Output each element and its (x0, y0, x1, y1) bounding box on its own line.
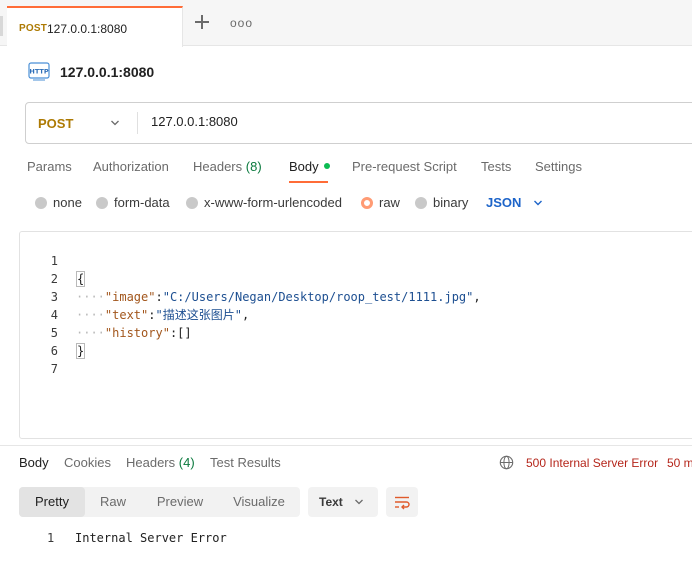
json-open-brace: { (76, 271, 86, 287)
url-divider (137, 112, 138, 134)
svg-text:HTTP: HTTP (29, 68, 48, 76)
radio-x-www-form-urlencoded[interactable]: x-www-form-urlencoded (186, 195, 342, 210)
json-close-brace: } (76, 343, 86, 359)
wrap-lines-icon (395, 496, 410, 510)
tab-headers[interactable]: Headers (8) (193, 159, 262, 174)
editor-line: 5 } (20, 306, 86, 359)
response-status[interactable]: 500 Internal Server Error (526, 456, 658, 470)
editor-line: 4 ····"history":[] (20, 288, 192, 340)
pane-resize-divider[interactable] (0, 445, 692, 446)
response-body-text[interactable]: Internal Server Error (75, 531, 227, 545)
tab-params[interactable]: Params (27, 159, 72, 174)
body-indicator-dot (323, 163, 330, 169)
response-tab-body[interactable]: Body (19, 455, 49, 470)
chevron-down-icon[interactable] (533, 198, 543, 208)
radio-dot (96, 197, 108, 209)
indent-whitespace: ···· (76, 308, 105, 322)
tab-tests[interactable]: Tests (481, 159, 511, 174)
editor-line: 1 { (20, 234, 86, 287)
http-icon: HTTP (28, 62, 50, 81)
response-tab-test-results[interactable]: Test Results (210, 455, 281, 470)
radio-binary[interactable]: binary (415, 195, 468, 210)
editor-line: 6 (20, 324, 58, 358)
indent-whitespace: ···· (76, 326, 105, 340)
request-title[interactable]: 127.0.0.1:8080 (60, 64, 154, 80)
json-comma: , (241, 308, 250, 322)
active-tab-underline (289, 181, 328, 183)
view-raw[interactable]: Raw (85, 487, 141, 517)
method-dropdown[interactable]: POST (38, 116, 73, 131)
url-input[interactable] (151, 114, 651, 129)
radio-form-data[interactable]: form-data (96, 195, 170, 210)
json-comma: , (473, 290, 481, 304)
chevron-down-icon[interactable] (110, 118, 120, 128)
json-value: "描述这张图片" (155, 308, 242, 322)
tab-method-label: POST (19, 23, 48, 34)
tab-strip: POST 127.0.0.1:8080 ooo (0, 0, 692, 47)
response-headers-label: Headers (126, 455, 176, 470)
response-tab-headers[interactable]: Headers (4) (126, 455, 195, 470)
indent-whitespace: ···· (76, 290, 105, 304)
more-options-icon[interactable]: ooo (230, 17, 253, 29)
radio-dot (415, 197, 427, 209)
radio-dot (186, 197, 198, 209)
json-value: [] (177, 326, 192, 340)
chevron-down-icon (355, 499, 363, 505)
request-body-editor[interactable]: 1 { 2 ····"image":"C:/Users/Negan/Deskto… (19, 231, 692, 439)
radio-binary-label: binary (433, 195, 469, 210)
editor-line: 3 ····"text":"描述这张图片", (20, 270, 249, 322)
wrap-lines-button[interactable] (386, 487, 418, 517)
tab-body-label: Body (289, 159, 319, 174)
response-format-dropdown[interactable]: Text (308, 487, 378, 517)
radio-raw[interactable]: raw (361, 195, 400, 210)
tab-authorization[interactable]: Authorization (93, 159, 169, 174)
tab-settings[interactable]: Settings (535, 159, 582, 174)
response-format-label: Text (319, 495, 343, 509)
tab-headers-label: Headers (193, 159, 243, 174)
request-tab[interactable]: POST 127.0.0.1:8080 (7, 6, 183, 47)
radio-dot-selected (361, 197, 373, 209)
new-tab-plus-icon[interactable] (194, 14, 210, 30)
response-line-number: 1 (47, 531, 55, 545)
editor-line: 2 ····"image":"C:/Users/Negan/Desktop/ro… (20, 252, 481, 304)
json-colon: : (148, 308, 156, 322)
view-preview[interactable]: Preview (143, 487, 217, 517)
json-value: "C:/Users/Negan/Desktop/roop_test/1111.j… (162, 290, 474, 304)
json-key: "text" (104, 308, 149, 322)
radio-dot (35, 197, 47, 209)
response-tab-cookies[interactable]: Cookies (64, 455, 111, 470)
body-format-dropdown[interactable]: JSON (486, 195, 521, 210)
radio-raw-label: raw (379, 195, 400, 210)
previous-tab-edge[interactable] (0, 16, 3, 36)
radio-none[interactable]: none (35, 195, 82, 210)
response-time[interactable]: 50 m (667, 456, 692, 470)
line-number: 7 (50, 362, 58, 376)
tab-pre-request-script[interactable]: Pre-request Script (352, 159, 457, 174)
radio-none-label: none (53, 195, 82, 210)
tab-url-label: 127.0.0.1:8080 (47, 22, 128, 36)
headers-count: (8) (245, 159, 262, 174)
url-bar: POST (25, 102, 692, 144)
globe-icon[interactable] (499, 455, 514, 470)
response-view-toggle: Pretty Raw Preview Visualize (19, 487, 300, 517)
radio-urlencoded-label: x-www-form-urlencoded (204, 195, 342, 210)
tab-body[interactable]: Body (289, 159, 330, 174)
json-key: "image" (104, 290, 156, 304)
json-colon: : (155, 290, 163, 304)
response-headers-count: (4) (178, 455, 195, 470)
editor-line: 7 (20, 342, 58, 376)
json-key: "history" (104, 326, 170, 340)
view-visualize[interactable]: Visualize (219, 487, 299, 517)
radio-form-data-label: form-data (114, 195, 170, 210)
view-pretty[interactable]: Pretty (19, 487, 85, 517)
